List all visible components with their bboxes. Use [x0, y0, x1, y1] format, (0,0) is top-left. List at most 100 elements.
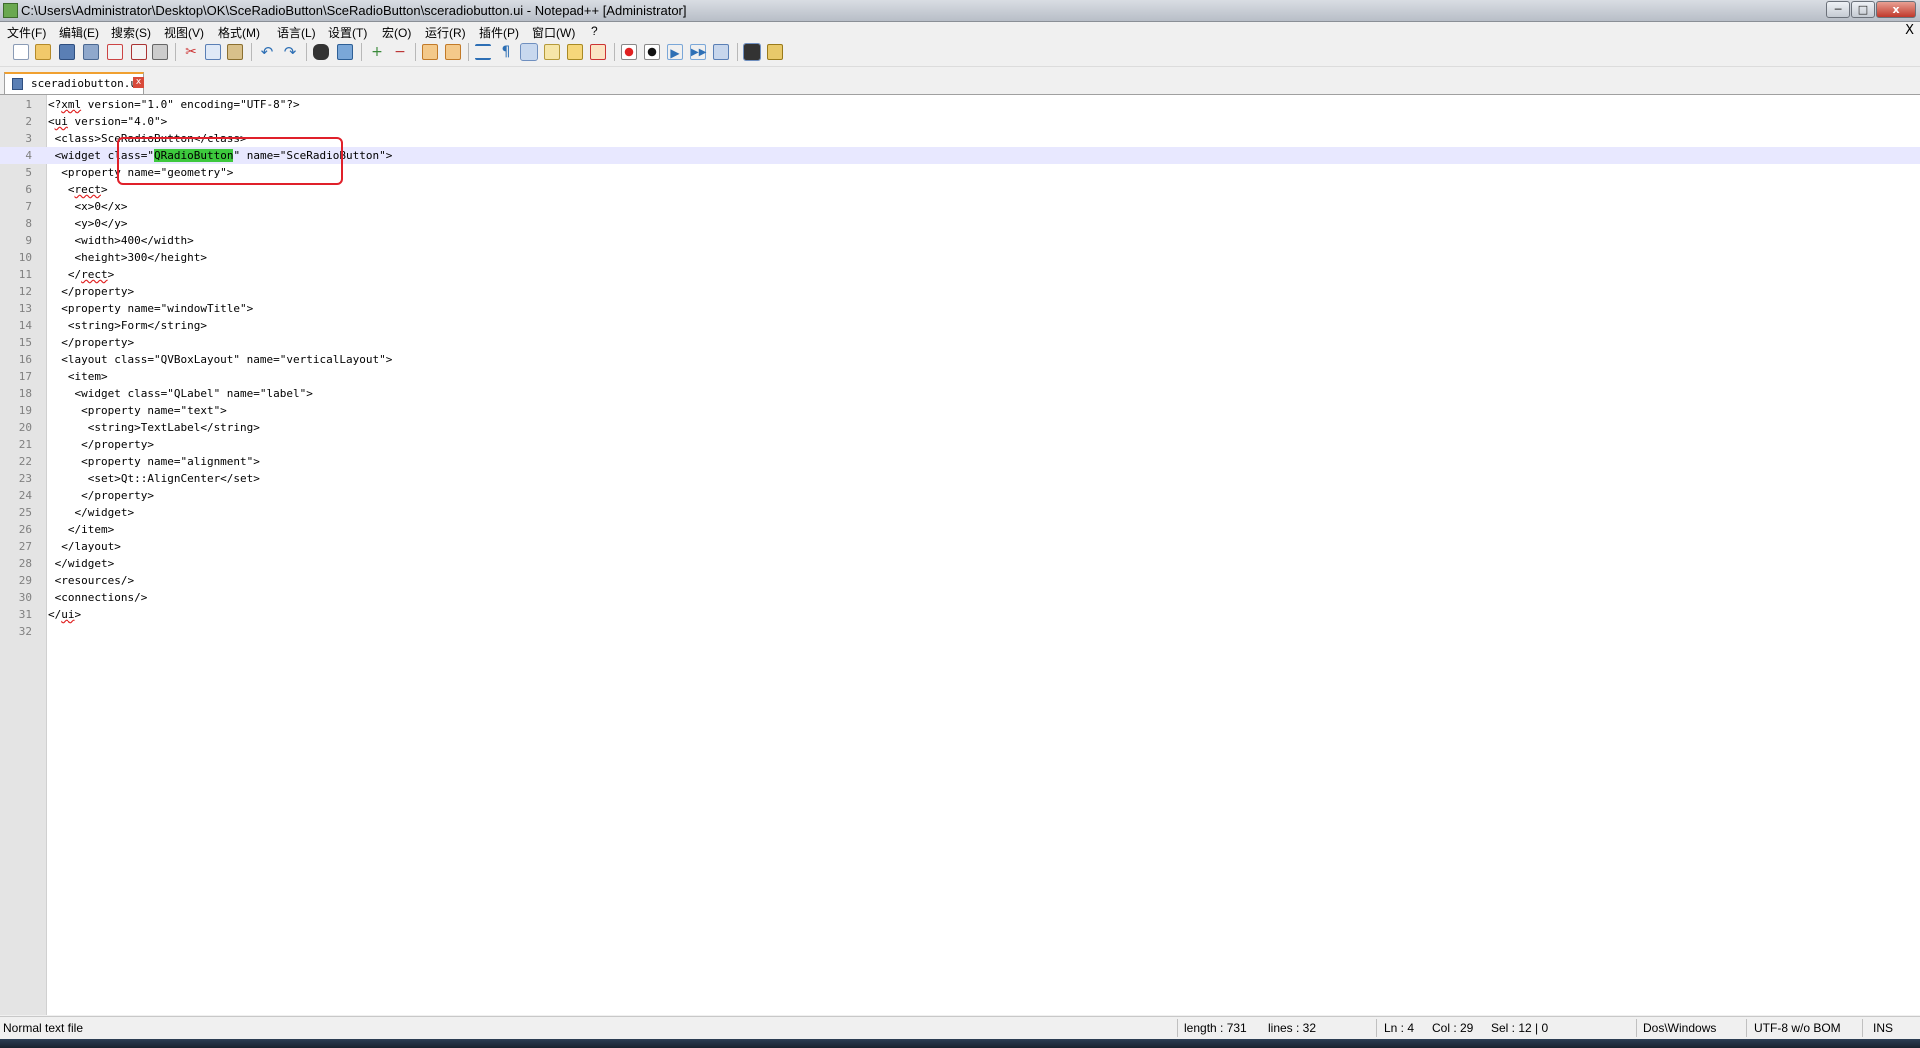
code-line[interactable]: 29 <resources/> — [0, 572, 1920, 589]
line-text: <connections/> — [48, 591, 148, 604]
code-line[interactable]: 2 <ui version="4.0"> — [0, 113, 1920, 130]
line-number: 13 — [18, 302, 32, 315]
save-macro-icon[interactable] — [713, 44, 729, 60]
status-file-type: Normal text file — [3, 1021, 84, 1035]
menu-macro[interactable]: 宏(O) — [382, 24, 411, 41]
tab-sceradiobutton[interactable]: sceradiobutton.ui x — [4, 72, 144, 94]
code-line[interactable]: 28 </widget> — [0, 555, 1920, 572]
function-list-icon[interactable] — [567, 44, 583, 60]
new-file-icon[interactable] — [13, 44, 29, 60]
close-window-button[interactable]: x — [1876, 1, 1916, 18]
toolbar-separator — [415, 43, 416, 61]
code-line[interactable]: 17 <item> — [0, 368, 1920, 385]
code-line[interactable]: 8 <y>0</y> — [0, 215, 1920, 232]
record-macro-icon[interactable] — [621, 44, 637, 60]
spell-check-icon[interactable] — [743, 43, 761, 61]
code-line[interactable]: 26 </item> — [0, 521, 1920, 538]
menu-search[interactable]: 搜索(S) — [111, 24, 151, 41]
play-macro-icon[interactable]: ▶ — [667, 44, 683, 60]
code-line[interactable]: 30 <connections/> — [0, 589, 1920, 606]
word-wrap-icon[interactable] — [475, 44, 491, 60]
status-insert-mode[interactable]: INS — [1873, 1021, 1893, 1035]
menu-language[interactable]: 语言(L) — [277, 24, 316, 41]
doc-map-icon[interactable] — [544, 44, 560, 60]
show-all-chars-icon[interactable]: ¶ — [498, 44, 514, 60]
editor-area[interactable]: 1 <?xml version="1.0" encoding="UTF-8"?> 2… — [0, 95, 1920, 1015]
code-line[interactable]: 15 </property> — [0, 334, 1920, 351]
code-line[interactable]: 32 — [0, 623, 1920, 640]
menu-help[interactable]: ? — [591, 24, 598, 38]
toolbar-separator — [361, 43, 362, 61]
menu-plugins[interactable]: 插件(P) — [479, 24, 519, 41]
save-icon[interactable] — [59, 44, 75, 60]
menu-settings[interactable]: 设置(T) — [328, 24, 367, 41]
menu-file[interactable]: 文件(F) — [7, 24, 46, 41]
menu-format[interactable]: 格式(M) — [218, 24, 260, 41]
zoom-out-icon[interactable]: − — [392, 44, 408, 60]
code-line[interactable]: 27 </layout> — [0, 538, 1920, 555]
code-line[interactable]: 10 <height>300</height> — [0, 249, 1920, 266]
spell-options-icon[interactable] — [767, 44, 783, 60]
line-number: 9 — [25, 234, 32, 247]
code-line[interactable]: 18 <widget class="QLabel" name="label"> — [0, 385, 1920, 402]
spelling-error-mark: ui — [54, 115, 68, 128]
code-line[interactable]: 31 </ui> — [0, 606, 1920, 623]
sync-horizontal-icon[interactable] — [445, 44, 461, 60]
cut-icon[interactable]: ✂ — [183, 44, 199, 60]
line-text: <property name="text"> — [48, 404, 227, 417]
open-file-icon[interactable] — [35, 44, 51, 60]
code-line[interactable]: 16 <layout class="QVBoxLayout" name="ver… — [0, 351, 1920, 368]
status-encoding[interactable]: UTF-8 w/o BOM — [1754, 1021, 1841, 1035]
menu-run[interactable]: 运行(R) — [425, 24, 466, 41]
close-icon[interactable] — [107, 44, 123, 60]
line-text: <ui version="4.0"> — [48, 115, 168, 128]
tab-close-icon[interactable]: x — [133, 77, 144, 88]
line-number: 30 — [18, 591, 32, 604]
save-all-icon[interactable] — [83, 44, 99, 60]
code-line[interactable]: 11 </rect> — [0, 266, 1920, 283]
menu-view[interactable]: 视图(V) — [164, 24, 204, 41]
code-line[interactable]: 7 <x>0</x> — [0, 198, 1920, 215]
find-icon[interactable] — [313, 44, 329, 60]
code-line[interactable]: 1 <?xml version="1.0" encoding="UTF-8"?> — [0, 96, 1920, 113]
line-text: </property> — [48, 285, 135, 298]
menu-edit[interactable]: 编辑(E) — [59, 24, 99, 41]
close-all-icon[interactable] — [131, 44, 147, 60]
copy-icon[interactable] — [205, 44, 221, 60]
code-line[interactable]: 24 </property> — [0, 487, 1920, 504]
line-number: 25 — [18, 506, 32, 519]
code-line[interactable]: 14 <string>Form</string> — [0, 317, 1920, 334]
code-line[interactable]: 12 </property> — [0, 283, 1920, 300]
code-line[interactable]: 20 <string>TextLabel</string> — [0, 419, 1920, 436]
code-line[interactable]: 22 <property name="alignment"> — [0, 453, 1920, 470]
indent-guide-icon[interactable] — [520, 43, 538, 61]
line-text: <property name="alignment"> — [48, 455, 260, 468]
code-line[interactable]: 21 </property> — [0, 436, 1920, 453]
run-macro-multiple-icon[interactable]: ▶▶ — [690, 44, 706, 60]
paste-icon[interactable] — [227, 44, 243, 60]
stop-record-icon[interactable] — [644, 44, 660, 60]
replace-icon[interactable] — [337, 44, 353, 60]
code-line[interactable]: 25 </widget> — [0, 504, 1920, 521]
redo-icon[interactable]: ↷ — [282, 44, 298, 60]
code-line[interactable]: 13 <property name="windowTitle"> — [0, 300, 1920, 317]
minimize-button[interactable]: ─ — [1826, 1, 1850, 18]
line-text: <?xml version="1.0" encoding="UTF-8"?> — [48, 98, 300, 111]
maximize-button[interactable]: □ — [1851, 1, 1875, 18]
folder-workspace-icon[interactable] — [590, 44, 606, 60]
close-document-button[interactable]: X — [1905, 23, 1914, 38]
undo-icon[interactable]: ↶ — [259, 44, 275, 60]
zoom-in-icon[interactable]: + — [369, 44, 385, 60]
menu-window[interactable]: 窗口(W) — [532, 24, 575, 41]
line-text: <widget class="QLabel" name="label"> — [48, 387, 313, 400]
status-lines: lines : 32 — [1268, 1021, 1317, 1035]
code-line[interactable]: 9 <width>400</width> — [0, 232, 1920, 249]
window-title: C:\Users\Administrator\Desktop\OK\SceRad… — [21, 3, 687, 18]
sync-vertical-icon[interactable] — [422, 44, 438, 60]
line-number: 22 — [18, 455, 32, 468]
code-line[interactable]: 23 <set>Qt::AlignCenter</set> — [0, 470, 1920, 487]
print-icon[interactable] — [152, 44, 168, 60]
status-eol-format[interactable]: Dos\Windows — [1643, 1021, 1716, 1035]
code-line[interactable]: 19 <property name="text"> — [0, 402, 1920, 419]
toolbar-separator — [175, 43, 176, 61]
